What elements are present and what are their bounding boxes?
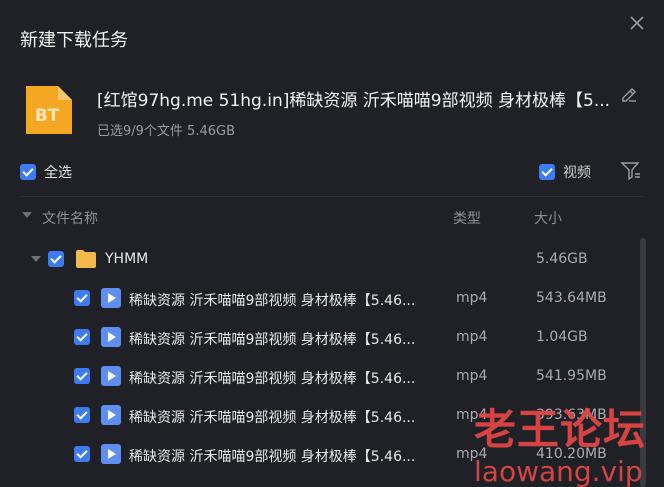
edit-icon[interactable] <box>620 86 638 104</box>
file-name: 稀缺资源 沂禾喵喵9部视频 身材极棒【5.46... <box>129 449 416 465</box>
column-header-size[interactable]: 大小 <box>534 208 562 228</box>
folder-size: 5.46GB <box>536 251 588 267</box>
folder-name: YHMM <box>105 251 149 267</box>
select-all-label: 全选 <box>44 165 72 181</box>
task-name: [红馆97hg.me 51hg.in]稀缺资源 沂禾喵喵9部视频 身材极棒【5.… <box>97 91 611 111</box>
folder-expand-caret-icon[interactable] <box>31 256 41 262</box>
file-row[interactable]: 稀缺资源 沂禾喵喵9部视频 身材极棒【5.46... mp4 1.04GB <box>0 318 640 356</box>
file-name: 稀缺资源 沂禾喵喵9部视频 身材极棒【5.46... <box>129 410 416 426</box>
file-row[interactable]: 稀缺资源 沂禾喵喵9部视频 身材极棒【5.46... mp4 543.64MB <box>0 279 640 317</box>
bt-icon-label: BT <box>35 106 60 126</box>
video-file-icon <box>101 327 121 347</box>
file-size: 541.95MB <box>536 368 607 384</box>
file-type: mp4 <box>456 290 488 306</box>
folder-checkbox[interactable] <box>48 251 64 267</box>
file-checkbox[interactable] <box>74 290 90 306</box>
file-name: 稀缺资源 沂禾喵喵9部视频 身材极棒【5.46... <box>129 371 416 387</box>
select-all-checkbox[interactable]: 全选 <box>20 162 72 182</box>
dialog-title: 新建下载任务 <box>20 30 128 51</box>
video-file-icon <box>101 444 121 464</box>
filter-icon[interactable] <box>620 160 642 182</box>
column-header-name[interactable]: 文件名称 <box>42 208 98 228</box>
file-name: 稀缺资源 沂禾喵喵9部视频 身材极棒【5.46... <box>129 293 416 309</box>
file-checkbox[interactable] <box>74 368 90 384</box>
file-size: 543.64MB <box>536 290 607 306</box>
video-file-icon <box>101 366 121 386</box>
checkbox-checked-icon[interactable] <box>20 164 36 180</box>
file-checkbox[interactable] <box>74 446 90 462</box>
file-size: 1.04GB <box>536 329 588 345</box>
task-summary: 已选9/9个文件 5.46GB <box>97 124 235 139</box>
collapse-all-caret-icon[interactable] <box>22 212 32 218</box>
checkbox-checked-icon[interactable] <box>539 164 555 180</box>
bt-file-icon: BT <box>20 82 76 138</box>
column-header-type[interactable]: 类型 <box>453 208 481 228</box>
file-checkbox[interactable] <box>74 407 90 423</box>
file-row[interactable]: 稀缺资源 沂禾喵喵9部视频 身材极棒【5.46... mp4 541.95MB <box>0 357 640 395</box>
video-filter-label: 视频 <box>563 165 591 181</box>
close-icon[interactable] <box>628 14 646 32</box>
divider <box>20 196 644 197</box>
video-filter-checkbox[interactable]: 视频 <box>539 162 591 182</box>
video-file-icon <box>101 405 121 425</box>
video-file-icon <box>101 288 121 308</box>
file-checkbox[interactable] <box>74 329 90 345</box>
watermark: 老王论坛 laowang.vip <box>474 396 664 487</box>
file-type: mp4 <box>456 368 488 384</box>
new-download-dialog: 新建下载任务 BT [红馆97hg.me 51hg.in]稀缺资源 沂禾喵喵9部… <box>0 0 664 487</box>
folder-icon <box>76 250 96 268</box>
file-name: 稀缺资源 沂禾喵喵9部视频 身材极棒【5.46... <box>129 332 416 348</box>
watermark-en: laowang.vip <box>474 455 643 487</box>
watermark-cn: 老王论坛 <box>474 405 647 454</box>
file-type: mp4 <box>456 329 488 345</box>
folder-row[interactable]: YHMM 5.46GB <box>0 240 640 278</box>
